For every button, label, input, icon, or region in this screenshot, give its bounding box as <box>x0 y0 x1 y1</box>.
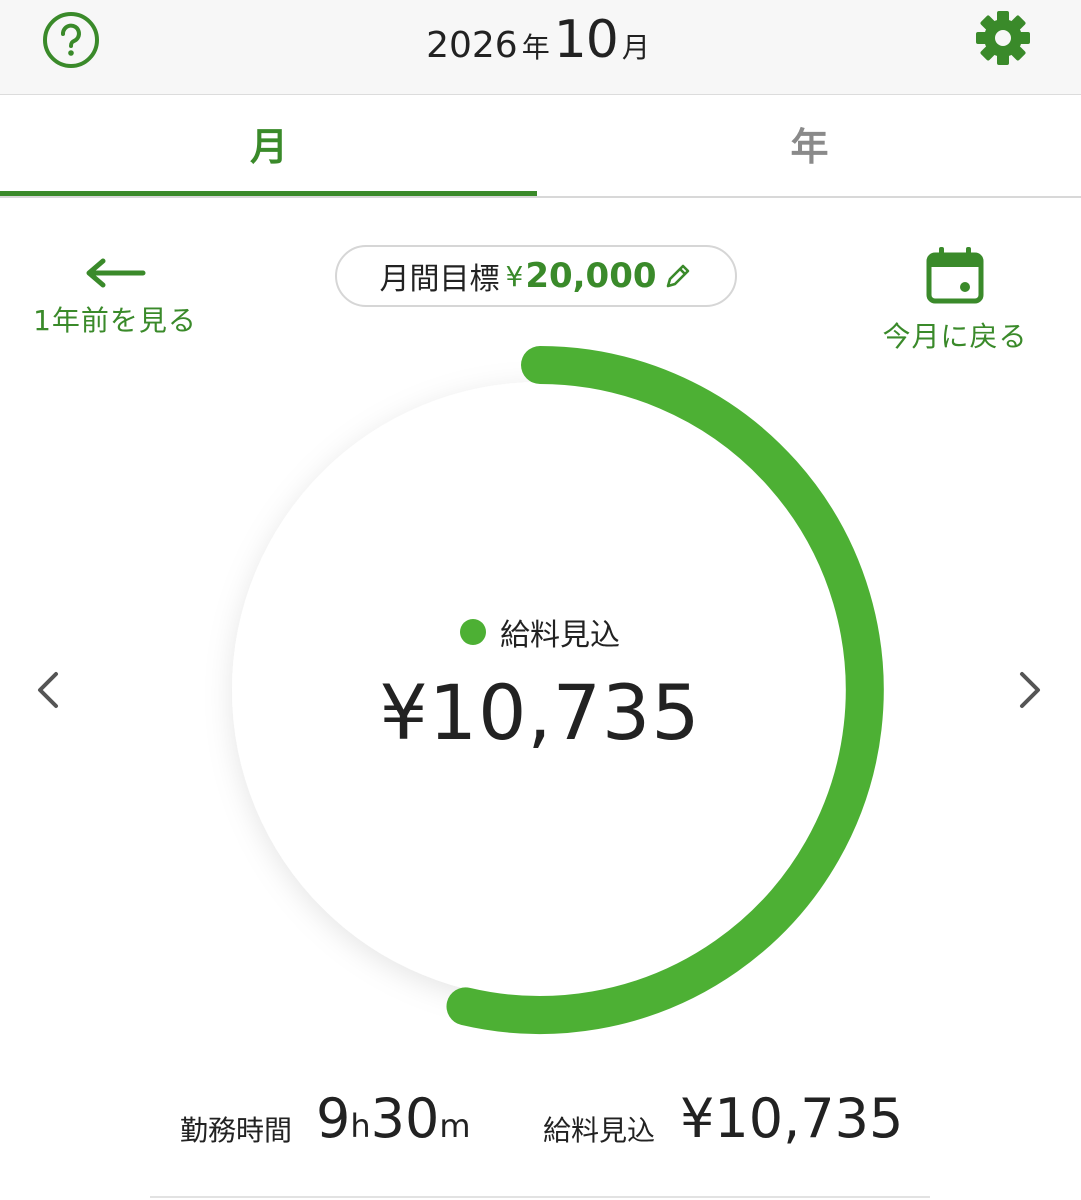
summary-row: 勤務時間 9h30m 給料見込 ¥10,735 <box>0 1085 1081 1155</box>
chevron-right-icon <box>1020 672 1040 708</box>
calendar-icon <box>926 247 984 304</box>
work-hours-label: 勤務時間 <box>180 1114 293 1147</box>
question-circle-icon <box>43 12 99 68</box>
legend-dot <box>460 619 486 645</box>
prev-year-label: 1年前を見る <box>33 304 197 337</box>
prev-year-button[interactable]: 1年前を見る <box>20 255 210 355</box>
settings-button[interactable] <box>972 7 1034 69</box>
bottom-divider <box>150 1196 930 1198</box>
help-button[interactable] <box>40 9 102 71</box>
work-hours-h-unit: h <box>350 1107 371 1145</box>
goal-value: 20,000 <box>525 256 657 296</box>
projected-pay-label: 給料見込 <box>543 1114 656 1147</box>
work-hours-h: 9 <box>316 1087 351 1150</box>
work-hours-m: 30 <box>370 1087 440 1150</box>
work-hours-value: 9h30m <box>316 1087 471 1150</box>
legend-label: 給料見込 <box>500 618 620 653</box>
title-month: 10 <box>553 10 619 70</box>
chevron-left-icon <box>38 672 58 708</box>
this-month-button[interactable]: 今月に戻る <box>870 245 1040 355</box>
page-title: 2026 年10 月 <box>340 10 740 70</box>
gear-icon <box>976 11 1030 65</box>
projected-salary-amount: ¥10,735 <box>379 668 701 757</box>
goal-currency: ¥ <box>505 259 524 293</box>
ring-legend: 給料見込 <box>330 610 750 654</box>
title-year: 2026 <box>426 25 518 66</box>
tab-year[interactable]: 年 <box>538 95 1081 199</box>
tabs-divider <box>0 196 1081 198</box>
projected-pay-value: ¥10,735 <box>680 1087 904 1150</box>
arrow-left-icon <box>86 258 146 288</box>
ring-center: 給料見込 ¥10,735 <box>330 610 750 757</box>
goal-label: 月間目標 <box>379 262 500 297</box>
title-month-unit: 月 <box>621 31 650 64</box>
header-bar: 2026 年10 月 <box>0 0 1081 95</box>
next-month-button[interactable] <box>1008 670 1048 710</box>
work-hours-m-unit: m <box>439 1107 471 1145</box>
pencil-icon <box>666 264 689 288</box>
monthly-goal-button[interactable]: 月間目標 ¥ 20,000 <box>335 245 737 307</box>
this-month-label: 今月に戻る <box>882 320 1028 353</box>
title-year-unit: 年 <box>521 31 550 64</box>
view-tabs: 月 年 <box>0 95 1081 199</box>
prev-month-button[interactable] <box>30 670 70 710</box>
tab-month[interactable]: 月 <box>0 95 538 199</box>
